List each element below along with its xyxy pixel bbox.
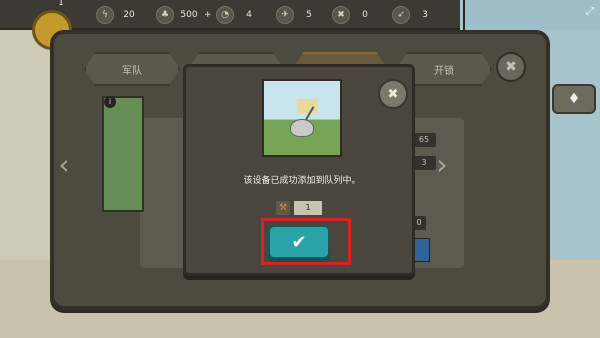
resource-bar: 1 ϟ 20 ♣ 500 + ◔ 4 ✈ 5 ✖ 0 ➶ 3 <box>0 0 460 50</box>
diamond-icon: ♦ <box>567 91 581 107</box>
resource-cross: ✖ 0 <box>332 5 376 25</box>
quantity-value: 1 <box>294 201 322 215</box>
plane-icon: ✈ <box>276 6 294 24</box>
resource-lightning: ϟ 20 <box>96 5 140 25</box>
resource-plane: ✈ 5 <box>276 5 320 25</box>
coin-icon: ♣ <box>156 6 174 24</box>
cross-icon: ✖ <box>332 6 350 24</box>
rocket-icon: ➶ <box>392 6 410 24</box>
minimap[interactable]: ⤢ <box>463 0 600 30</box>
checkmark-icon: ✔ <box>291 231 307 253</box>
expand-icon[interactable]: ⤢ <box>586 6 594 17</box>
helmet-icon <box>290 119 314 137</box>
dialog-message: 该设备已成功添加到队列中。 <box>243 176 361 186</box>
level-badge: 1 <box>58 0 64 7</box>
quantity-row: ⚒ 1 <box>276 200 322 216</box>
resource-value: 20 <box>123 10 135 20</box>
resource-rocket: ➶ 3 <box>392 5 436 25</box>
dialog-close-button[interactable]: ✖ <box>378 79 408 109</box>
equipment-flag <box>297 99 317 113</box>
lightning-icon: ϟ <box>96 6 114 24</box>
wrench-icon: ⚒ <box>276 201 290 215</box>
coin-plus[interactable]: + <box>204 10 212 20</box>
confirm-ok-button[interactable]: ✔ <box>268 225 330 259</box>
equipment-image <box>262 79 342 157</box>
timer-icon: ◔ <box>216 6 234 24</box>
resource-value: 5 <box>306 10 312 20</box>
resource-value: 500 <box>180 10 198 20</box>
resource-value: 0 <box>362 10 368 20</box>
close-icon: ✖ <box>387 86 399 102</box>
resource-coin: ♣ 500 + <box>156 5 212 25</box>
resource-timer: ◔ 4 <box>216 5 260 25</box>
resource-value: 3 <box>422 10 428 20</box>
diamond-shop-button[interactable]: ♦ <box>552 84 596 114</box>
resource-value: 4 <box>246 10 252 20</box>
